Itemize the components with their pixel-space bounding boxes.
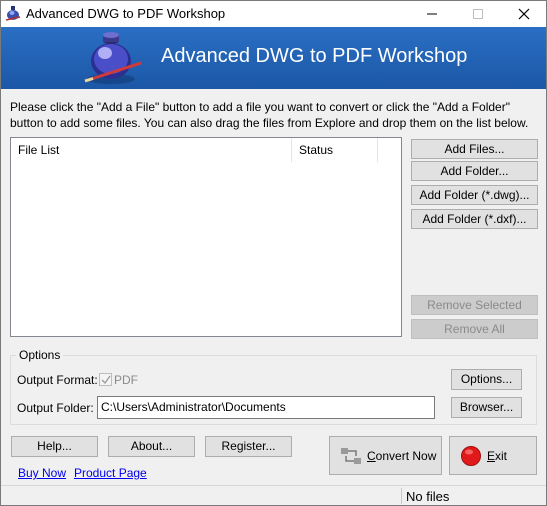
exit-label-rest: xit: [495, 449, 508, 463]
status-text: No files: [406, 489, 450, 504]
exit-label-hotkey: E: [487, 449, 496, 463]
file-list[interactable]: File List Status: [10, 137, 402, 337]
output-folder-field[interactable]: C:\Users\Administrator\Documents: [97, 396, 435, 419]
convert-now-label-rest: onvert Now: [375, 449, 437, 463]
column-header-status[interactable]: Status: [292, 138, 378, 162]
minimize-button[interactable]: [409, 1, 455, 27]
product-page-link[interactable]: Product Page: [74, 466, 147, 480]
file-list-header: File List Status: [11, 138, 401, 162]
app-icon: [5, 6, 21, 21]
exit-stop-icon: [461, 446, 481, 466]
about-button[interactable]: About...: [108, 436, 195, 457]
inkwell-pen-logo-icon: [84, 32, 142, 84]
column-header-file-list[interactable]: File List: [11, 138, 292, 162]
register-button[interactable]: Register...: [205, 436, 292, 457]
minimize-icon: [427, 13, 437, 15]
maximize-icon: [473, 9, 483, 19]
add-folder-dwg-button[interactable]: Add Folder (*.dwg)...: [411, 185, 538, 205]
checkmark-icon: [101, 375, 111, 385]
title-bar: Advanced DWG to PDF Workshop: [1, 1, 546, 27]
convert-now-label: Convert Now: [367, 449, 436, 463]
output-folder-label: Output Folder:: [17, 401, 94, 415]
add-folder-button[interactable]: Add Folder...: [411, 161, 538, 181]
pdf-checkbox-label: PDF: [114, 373, 138, 387]
add-folder-dxf-button[interactable]: Add Folder (*.dxf)...: [411, 209, 538, 229]
instructions-line-1: Please click the "Add a File" button to …: [10, 100, 510, 114]
window-title: Advanced DWG to PDF Workshop: [26, 6, 226, 21]
remove-all-button[interactable]: Remove All: [411, 319, 538, 339]
buy-now-link[interactable]: Buy Now: [18, 466, 66, 480]
instructions-text: Please click the "Add a File" button to …: [10, 99, 540, 131]
banner-title: Advanced DWG to PDF Workshop: [161, 45, 468, 67]
status-separator: [401, 488, 402, 504]
close-button[interactable]: [501, 1, 547, 27]
add-files-button[interactable]: Add Files...: [411, 139, 538, 159]
close-icon: [518, 8, 530, 20]
maximize-button[interactable]: [455, 1, 501, 27]
options-button[interactable]: Options...: [451, 369, 522, 390]
browse-button[interactable]: Browser...: [451, 397, 522, 418]
header-banner: Advanced DWG to PDF Workshop: [1, 27, 546, 89]
convert-now-label-hotkey: C: [367, 449, 376, 463]
instructions-line-2: button to add some files. You can also d…: [10, 116, 529, 130]
pdf-checkbox[interactable]: [99, 373, 112, 386]
output-format-label: Output Format:: [17, 373, 98, 387]
convert-now-button[interactable]: Convert Now: [329, 436, 442, 475]
status-bar: No files: [1, 485, 546, 505]
help-button[interactable]: Help...: [11, 436, 98, 457]
app-window: Advanced DWG to PDF Workshop Advanced DW…: [0, 0, 547, 506]
exit-label: Exit: [487, 449, 507, 463]
convert-arrows-icon: [341, 448, 361, 464]
exit-button[interactable]: Exit: [449, 436, 537, 475]
remove-selected-button[interactable]: Remove Selected: [411, 295, 538, 315]
options-group-title: Options: [16, 348, 64, 362]
